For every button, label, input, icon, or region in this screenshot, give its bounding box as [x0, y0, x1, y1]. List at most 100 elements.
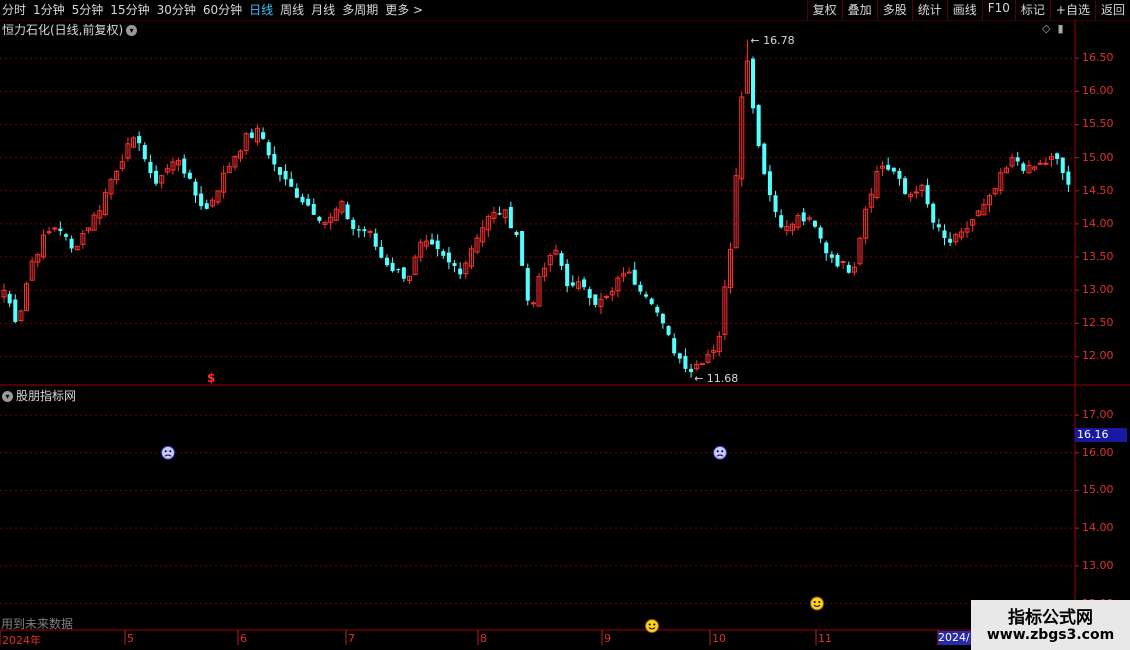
- candle: [699, 362, 705, 366]
- candle: [69, 235, 74, 253]
- candle: [29, 257, 35, 281]
- candle: [254, 124, 260, 146]
- candle: [289, 171, 294, 187]
- candle: [829, 251, 834, 264]
- candle: [7, 290, 12, 308]
- smile-face-icon: [645, 619, 659, 633]
- candle: [998, 167, 1004, 195]
- future-data-warning: 用到未来数据: [1, 617, 74, 631]
- candle: [756, 104, 761, 148]
- candle: [609, 286, 615, 302]
- candle: [722, 279, 728, 341]
- candle: [277, 167, 282, 182]
- candle: [24, 281, 30, 312]
- candle: [520, 230, 525, 267]
- main-y-tick-6: 13.50: [1082, 250, 1114, 264]
- candle: [463, 260, 469, 279]
- candle: [491, 206, 497, 224]
- candle: [615, 275, 621, 298]
- candle: [362, 226, 367, 238]
- watermark: 指标公式网 www.zbgs3.com: [971, 600, 1130, 650]
- candle: [1066, 165, 1071, 193]
- candle: [644, 291, 649, 299]
- candle: [384, 254, 389, 267]
- main-y-tick-1: 16.00: [1082, 84, 1114, 98]
- candle: [1026, 160, 1032, 174]
- candle: [981, 198, 987, 216]
- candle: [35, 253, 41, 268]
- candle: [739, 91, 745, 187]
- main-y-tick-4: 14.50: [1082, 183, 1114, 197]
- candle: [925, 178, 930, 208]
- candle: [204, 199, 209, 210]
- candle: [751, 56, 756, 114]
- candle: [221, 165, 227, 199]
- candle: [835, 253, 840, 268]
- candle: [215, 190, 221, 205]
- candle: [170, 157, 176, 175]
- candle: [119, 154, 125, 172]
- candle: [897, 168, 902, 186]
- candle: [508, 201, 513, 229]
- candle: [1032, 165, 1038, 172]
- candle: [238, 149, 244, 163]
- candle: [74, 245, 80, 251]
- candle: [367, 229, 373, 238]
- chart-canvas[interactable]: [0, 0, 1130, 650]
- candle: [666, 325, 671, 337]
- candle: [356, 225, 361, 238]
- candle: [903, 175, 908, 196]
- candle: [176, 157, 182, 172]
- candle: [91, 211, 97, 231]
- candle: [536, 272, 542, 307]
- low-price-label: ← 11.68: [694, 371, 739, 385]
- candle: [733, 167, 739, 249]
- candle: [632, 261, 637, 286]
- candle: [430, 233, 435, 246]
- date-cursor-box: 2024/: [938, 631, 974, 645]
- candle: [975, 209, 981, 217]
- candle: [789, 222, 795, 236]
- candle: [677, 352, 682, 364]
- candle: [806, 215, 812, 222]
- candle: [1048, 152, 1055, 168]
- candle: [108, 177, 114, 200]
- candle: [716, 331, 722, 357]
- candle: [727, 242, 734, 294]
- candle: [818, 225, 823, 244]
- candle: [80, 229, 86, 249]
- candle: [159, 174, 165, 189]
- indicator-marks: [161, 445, 824, 633]
- candle: [880, 161, 886, 176]
- candle: [114, 169, 120, 185]
- candle: [886, 157, 891, 172]
- candle: [626, 267, 632, 274]
- main-y-tick-0: 16.50: [1082, 51, 1114, 65]
- candle: [530, 300, 536, 308]
- candle: [142, 142, 147, 162]
- candle: [328, 212, 334, 230]
- candle: [840, 260, 846, 270]
- candle: [317, 215, 322, 224]
- candle: [1, 283, 7, 303]
- candle: [801, 207, 806, 226]
- candle: [46, 226, 52, 236]
- chevron-down-icon[interactable]: ▾: [2, 391, 13, 402]
- candle: [948, 232, 953, 247]
- x-tick-4: 8: [480, 632, 487, 645]
- indicator-title-text: 股朋指标网: [16, 389, 77, 403]
- candle: [593, 294, 598, 308]
- candle: [942, 224, 947, 246]
- candle: [418, 238, 424, 262]
- indicator-title[interactable]: ▾ 股朋指标网: [2, 387, 76, 404]
- candle: [351, 217, 356, 236]
- candle: [762, 142, 767, 176]
- candle: [306, 194, 311, 207]
- high-price-label: ← 16.78: [750, 33, 795, 47]
- candle: [908, 191, 914, 202]
- candle: [322, 220, 328, 229]
- candle: [283, 164, 288, 186]
- candle: [553, 244, 559, 255]
- candle: [396, 268, 401, 274]
- candle: [187, 169, 192, 180]
